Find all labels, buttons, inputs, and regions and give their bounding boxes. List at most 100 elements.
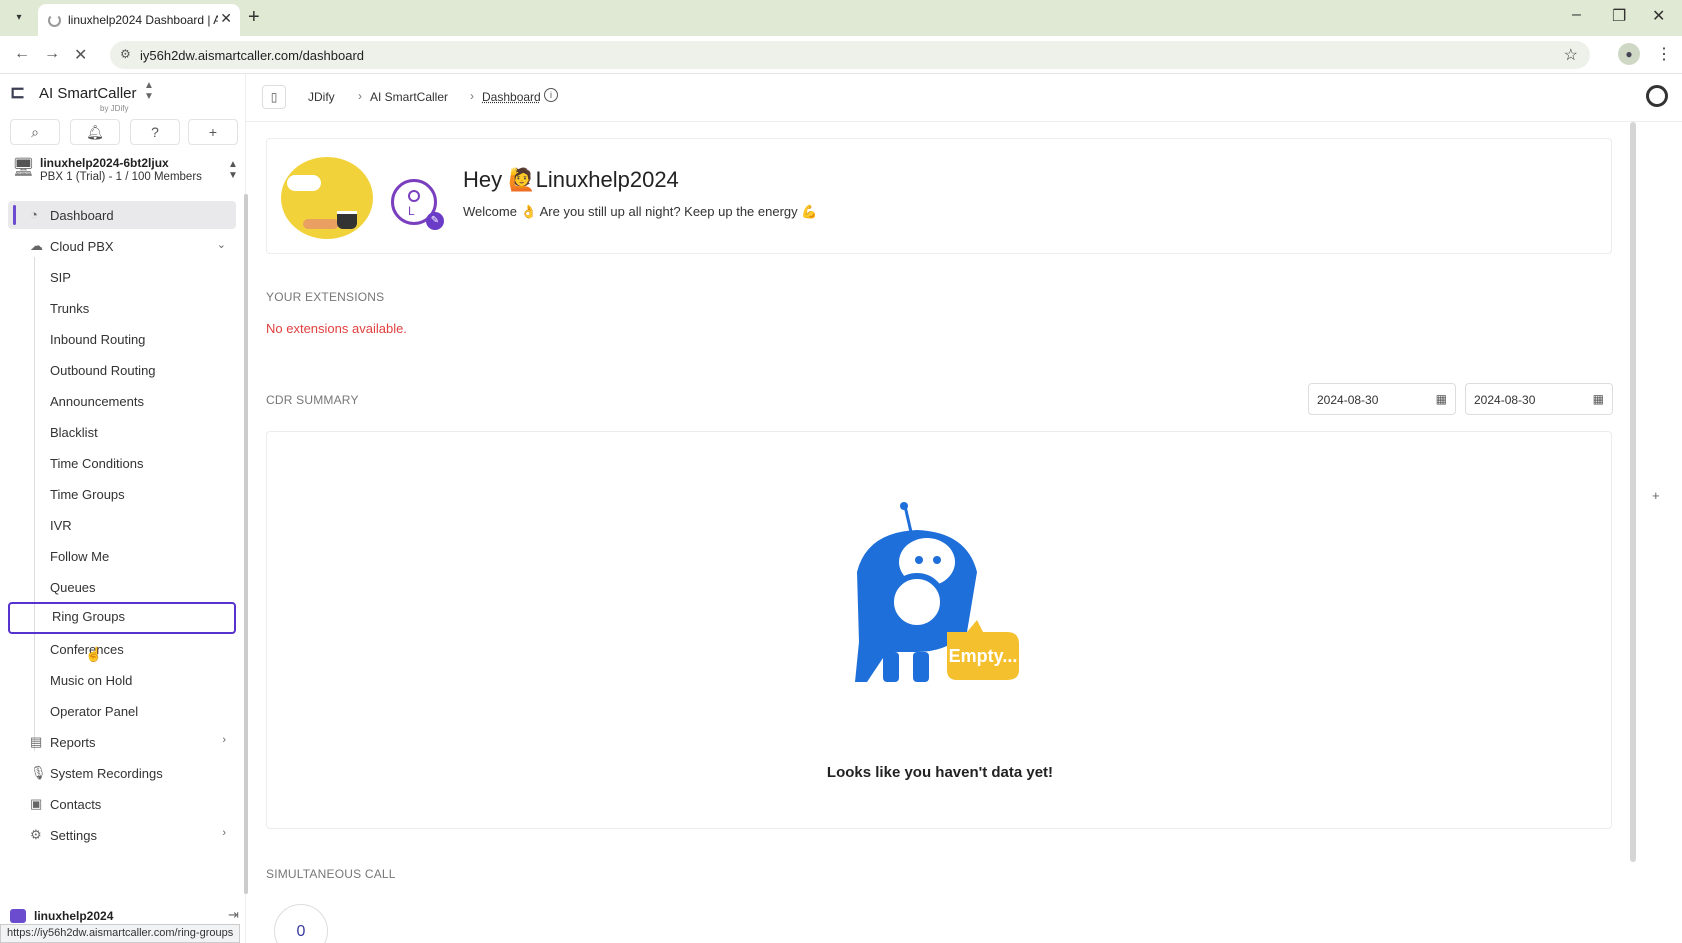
calendar-icon: ▦ — [1592, 392, 1604, 406]
sidebar-item-time-conditions[interactable]: Time Conditions — [8, 449, 236, 477]
sidebar: ⊏ AI SmartCaller ▲ ▼ by JDify ⌕ 🔔︎ ? + 🖥︎… — [0, 74, 248, 943]
sidebar-item-contacts[interactable]: ▣ Contacts — [8, 790, 236, 818]
search-icon[interactable]: ⌕ — [10, 119, 60, 145]
profile-icon[interactable]: ● — [1618, 43, 1640, 65]
sidebar-item-label: IVR — [50, 518, 72, 533]
sidebar-item-label: SIP — [50, 270, 71, 285]
forward-icon[interactable]: → — [44, 45, 60, 63]
sidebar-item-label: Inbound Routing — [50, 332, 146, 347]
tab-title: linuxhelp2024 Dashboard | AI S... — [68, 13, 218, 27]
user-avatar-icon — [10, 909, 26, 923]
date-from-value: 2024-08-30 — [1317, 393, 1379, 407]
info-icon[interactable]: i — [544, 88, 558, 102]
sidebar-item-queues[interactable]: Queues — [8, 573, 236, 601]
sidebar-item-label: Dashboard — [50, 208, 114, 223]
microphone-icon: 🎙︎ — [30, 765, 47, 780]
sidebar-item-label: Ring Groups — [52, 609, 125, 624]
breadcrumb-jdify[interactable]: JDify — [308, 90, 335, 104]
top-bar: ▯ JDify › AI SmartCaller › Dashboard i — [246, 74, 1682, 122]
sidebar-item-system-recordings[interactable]: 🎙︎ System Recordings — [8, 759, 236, 787]
organization-switcher[interactable]: 🖥︎ linuxhelp2024-6bt2ljux PBX 1 (Trial) … — [0, 150, 244, 192]
back-icon[interactable]: ← — [14, 45, 30, 63]
sidebar-item-inbound-routing[interactable]: Inbound Routing — [8, 325, 236, 353]
jdify-logo-icon[interactable] — [1646, 85, 1668, 107]
sidebar-item-outbound-routing[interactable]: Outbound Routing — [8, 356, 236, 384]
sidebar-item-ring-groups[interactable]: Ring Groups — [8, 602, 236, 634]
sidebar-item-label: Outbound Routing — [50, 363, 156, 378]
date-to-field[interactable]: 2024-08-30 ▦ — [1465, 383, 1613, 415]
brand-name: AI SmartCaller — [39, 85, 137, 102]
user-head-icon — [408, 190, 420, 202]
welcome-card: L ✎ Hey 🙋Linuxhelp2024 Welcome 👌 Are you… — [266, 138, 1612, 254]
avatar-letter: L — [408, 204, 415, 218]
no-extensions-message: No extensions available. — [266, 321, 407, 336]
logout-icon[interactable]: ⇥ — [228, 907, 239, 923]
side-add-icon[interactable]: + — [1652, 488, 1660, 503]
content-scrollbar[interactable] — [1630, 122, 1636, 862]
sidebar-item-conferences[interactable]: Conferences — [8, 635, 236, 663]
sidebar-item-label: Operator Panel — [50, 704, 139, 719]
simultaneous-call-gauge: 0 — [274, 904, 328, 943]
sidebar-item-label: Time Conditions — [50, 456, 144, 471]
sidebar-item-announcements[interactable]: Announcements — [8, 387, 236, 415]
sidebar-item-trunks[interactable]: Trunks — [8, 294, 236, 322]
sidebar-item-label: Contacts — [50, 797, 102, 812]
add-icon[interactable]: + — [188, 119, 238, 145]
org-name: linuxhelp2024-6bt2ljux — [40, 156, 169, 170]
chevron-down-icon: ⌄ — [216, 239, 226, 251]
url-field[interactable]: ⚙ iy56h2dw.aismartcaller.com/dashboard ☆ — [110, 41, 1590, 69]
chevron-right-icon: › — [222, 827, 226, 839]
browser-menu-icon[interactable]: ⋮ — [1656, 44, 1672, 64]
avatar[interactable]: L ✎ — [391, 179, 444, 230]
minimize-icon[interactable]: – — [1572, 6, 1581, 24]
sidebar-item-settings[interactable]: ⚙ Settings › — [8, 821, 236, 849]
site-info-icon[interactable]: ⚙ — [120, 47, 131, 61]
sidebar-toggle-icon[interactable]: ▯ — [262, 85, 286, 109]
sidebar-item-ivr[interactable]: IVR — [8, 511, 236, 539]
sidebar-item-operator-panel[interactable]: Operator Panel — [8, 697, 236, 725]
browser-tab[interactable]: linuxhelp2024 Dashboard | AI S... ✕ — [38, 4, 240, 36]
extensions-title: YOUR EXTENSIONS — [266, 290, 385, 304]
window-close-icon[interactable]: ✕ — [1652, 6, 1665, 26]
url-text: iy56h2dw.aismartcaller.com/dashboard — [140, 48, 365, 63]
bookmark-star-icon[interactable]: ☆ — [1564, 45, 1578, 65]
restore-icon[interactable]: ❐ — [1612, 6, 1626, 26]
sidebar-item-label: System Recordings — [50, 766, 163, 781]
sidebar-item-time-groups[interactable]: Time Groups — [8, 480, 236, 508]
sidebar-item-blacklist[interactable]: Blacklist — [8, 418, 236, 446]
breadcrumb-ai-smartcaller[interactable]: AI SmartCaller — [370, 90, 448, 104]
edit-avatar-icon[interactable]: ✎ — [426, 212, 444, 230]
sidebar-item-label: Reports — [50, 735, 96, 750]
brand-switch-icon[interactable]: ▲ ▼ — [144, 80, 154, 102]
sidebar-scrollbar[interactable] — [244, 194, 248, 894]
ai-smartcaller-logo-icon: ⊏ — [10, 82, 26, 102]
chevron-right-icon: › — [222, 734, 226, 746]
sidebar-item-label: Follow Me — [50, 549, 110, 564]
date-to-value: 2024-08-30 — [1474, 393, 1536, 407]
brand-by: by JDify — [100, 104, 129, 113]
empty-badge: Empty... — [949, 646, 1018, 666]
computer-icon: 🖥︎ — [12, 157, 35, 177]
sidebar-item-reports[interactable]: ▤ Reports › — [8, 728, 236, 756]
greeting-user: Linuxhelp2024 — [535, 167, 679, 192]
new-tab-icon[interactable]: + — [248, 6, 260, 29]
stop-icon[interactable]: ✕ — [74, 45, 87, 65]
date-from-field[interactable]: 2024-08-30 ▦ — [1308, 383, 1456, 415]
sidebar-item-cloud-pbx[interactable]: ☁ Cloud PBX ⌄ — [8, 232, 236, 260]
sidebar-item-dashboard[interactable]: ◔ Dashboard — [8, 201, 236, 229]
person-emoji-icon: 🙋 — [508, 167, 536, 192]
sidebar-item-label: Music on Hold — [50, 673, 133, 688]
notifications-icon[interactable]: 🔔︎ — [70, 119, 120, 145]
calendar-icon: ▦ — [1435, 392, 1447, 406]
sidebar-item-sip[interactable]: SIP — [8, 263, 236, 291]
tab-search-chevron-icon[interactable]: ▾ — [8, 8, 30, 28]
cdr-summary-card: Empty... Looks like you haven't data yet… — [266, 431, 1612, 829]
sidebar-item-follow-me[interactable]: Follow Me — [8, 542, 236, 570]
welcome-message: Welcome 👌 Are you still up all night? Ke… — [463, 204, 818, 219]
user-name: linuxhelp2024 — [34, 909, 114, 923]
help-icon[interactable]: ? — [130, 119, 180, 145]
close-tab-icon[interactable]: ✕ — [220, 10, 232, 27]
loading-spinner-icon — [48, 14, 61, 27]
address-bar-row: ← → ✕ ⚙ iy56h2dw.aismartcaller.com/dashb… — [0, 36, 1682, 74]
sidebar-item-music-on-hold[interactable]: Music on Hold — [8, 666, 236, 694]
